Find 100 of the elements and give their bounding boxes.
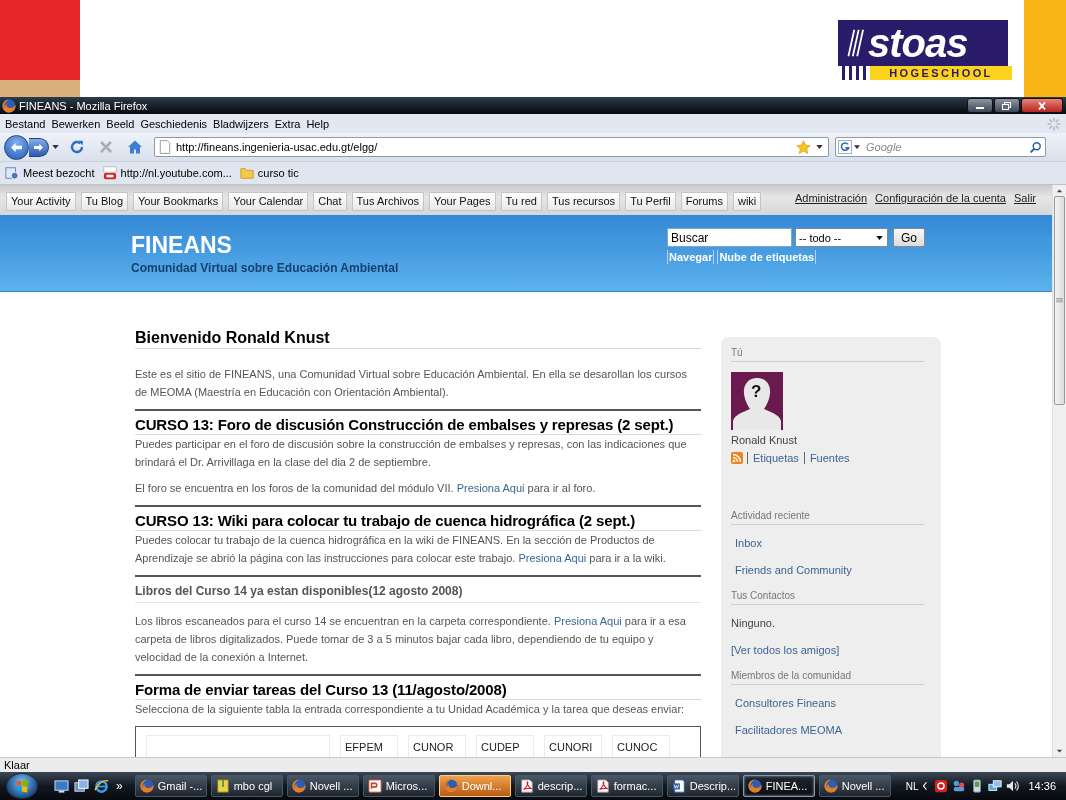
- section-subheading: Libros del Curso 14 ya estan disponibles(12 agosto 2008): [135, 582, 701, 603]
- search-bar[interactable]: Google: [835, 137, 1046, 157]
- toolbar-button[interactable]: Tu red: [500, 191, 542, 211]
- pdf-document-icon: [519, 779, 534, 793]
- right-arrow-icon: [33, 142, 44, 152]
- toolbar-button[interactable]: Your Calendar: [228, 191, 309, 211]
- menu-item[interactable]: Extra: [271, 115, 304, 132]
- sidebar-link[interactable]: Friends and Community: [731, 561, 924, 579]
- sidebar-heading: Miembros de la comunidad: [731, 668, 924, 685]
- bookmark-item[interactable]: http://nl.youtube.com...: [100, 163, 234, 183]
- toolbar-button[interactable]: Tus Archivos: [351, 191, 425, 211]
- menu-item[interactable]: Bladwijzers: [210, 115, 272, 132]
- site-favicon-icon: [102, 166, 117, 180]
- language-indicator[interactable]: NL: [905, 780, 919, 792]
- profile-link[interactable]: Fuentes: [803, 452, 855, 464]
- scope-dropdown[interactable]: -- todo --: [795, 228, 888, 247]
- section-heading: Forma de enviar tareas del Curso 13 (11/agosto/2008): [135, 681, 701, 700]
- taskbar-button[interactable]: formac...: [590, 775, 663, 797]
- go-button[interactable]: Go: [893, 228, 925, 247]
- fox-globe-icon: [443, 779, 458, 793]
- sidebar-link[interactable]: Facilitadores MEOMA: [731, 721, 924, 739]
- profile-link[interactable]: Etiquetas: [747, 452, 804, 464]
- clock-text: 14:36: [1028, 780, 1056, 792]
- vertical-scrollbar[interactable]: [1052, 185, 1066, 757]
- menu-item[interactable]: Beeld: [103, 115, 138, 132]
- paragraph-text: El foro se encuentra en los foros de la comunidad del módulo VII. Presiona Aqui para ir al foro.: [135, 481, 597, 496]
- fox-globe-icon: [747, 779, 762, 793]
- browser-e-icon[interactable]: [94, 778, 109, 794]
- toolbar-button[interactable]: Your Pages: [429, 191, 496, 211]
- window-stack-icon[interactable]: [74, 778, 89, 794]
- ring-app-icon[interactable]: [934, 779, 949, 793]
- caret-icon[interactable]: [816, 145, 823, 149]
- taskbar-button[interactable]: Gmail -...: [134, 775, 207, 797]
- taskbar-button[interactable]: Descrip...: [666, 775, 739, 797]
- bookmark-item[interactable]: Meest bezocht: [3, 163, 97, 183]
- paragraph-text: Este es el sitio de FINEANS, una Comunidad Virtual sobre Educación Ambiental. En ella se desarollan los cursos de MEOMA (Maestría en Educación con Orientación Ambiental).: [135, 367, 688, 400]
- speaker-icon[interactable]: [1006, 779, 1021, 793]
- star-icon[interactable]: [796, 139, 811, 155]
- link[interactable]: Presiona Aqui: [553, 615, 622, 627]
- taskbar-button[interactable]: Micros...: [362, 775, 435, 797]
- sidebar-link[interactable]: [Ver todos los amigos]: [731, 641, 924, 659]
- bookmark-item[interactable]: curso tic: [237, 163, 301, 183]
- taskbar-button[interactable]: mbo cgl: [210, 775, 283, 797]
- sidebar-link[interactable]: Consultores Fineans: [731, 694, 924, 712]
- restore-icon: [1002, 101, 1012, 110]
- toolbar-button[interactable]: Tu Perfil: [625, 191, 676, 211]
- toolbar-button[interactable]: Tu Blog: [80, 191, 129, 211]
- toolbar-button[interactable]: Your Bookmarks: [133, 191, 224, 211]
- close-button[interactable]: [1021, 98, 1063, 113]
- back-button[interactable]: [4, 134, 29, 160]
- toolbar-button[interactable]: Chat: [313, 191, 347, 211]
- folder-icon: [239, 166, 254, 180]
- start-button[interactable]: [6, 773, 38, 799]
- address-bar[interactable]: http://fineans.ingenieria-usac.edu.gt/elgg/: [154, 137, 829, 157]
- url-input[interactable]: http://fineans.ingenieria-usac.edu.gt/elgg/: [176, 141, 791, 153]
- caret-icon[interactable]: [854, 145, 860, 149]
- link[interactable]: Presiona Aqui: [518, 552, 587, 564]
- status-text: Klaar: [4, 759, 30, 771]
- chevron-left-icon[interactable]: [922, 781, 929, 791]
- paragraph-text: Los libros escaneados para el curso 14 se encuentran en la carpeta correspondiente. Presiona Aqui para ir a esa carpeta de libros digitalizados. Puede tomar de 3 a 5 minutos bajar cada libro, dependiendo de tu equipo y velocidad de la conexión a Internet.: [135, 614, 687, 665]
- g-letter-icon[interactable]: [838, 140, 852, 154]
- paragraph-text: Selecciona de la siguiente tabla la entrada correspondiente a tu Unidad Académica y la tarea que deseas enviar:: [135, 702, 686, 717]
- account-link[interactable]: Salir: [1014, 192, 1036, 204]
- scrollbar-thumb[interactable]: [1054, 196, 1065, 405]
- logo-subtitle: HOGESCHOOL: [870, 66, 1012, 80]
- account-link[interactable]: Configuración de la cuenta: [875, 192, 1006, 204]
- maximize-button[interactable]: [994, 98, 1020, 113]
- menu-item[interactable]: Geschiedenis: [137, 115, 211, 132]
- desktop-icon[interactable]: [54, 778, 69, 794]
- loading-spinner-icon: [1047, 116, 1061, 131]
- forward-button[interactable]: [29, 137, 49, 157]
- menu-item[interactable]: Bestand: [2, 115, 49, 132]
- search-icon[interactable]: [1029, 140, 1042, 154]
- people-icon[interactable]: [952, 779, 967, 793]
- search-input[interactable]: Google: [866, 141, 1027, 153]
- site-search-input[interactable]: Buscar: [667, 228, 792, 247]
- sidebar-link[interactable]: Inbox: [731, 534, 924, 552]
- menu-item[interactable]: Bewerken: [48, 115, 104, 132]
- paragraph-text: Puedes participar en el foro de discusión sobre la construcción de embalses y represas, con las indicaciones que brindará el Dr. Arrivillaga en la clase del dia 2 de septiembre.: [135, 437, 688, 470]
- flag-icon: [15, 779, 29, 793]
- taskbar-button[interactable]: FINEA...: [742, 775, 815, 797]
- left-arrow-icon: [10, 141, 23, 153]
- caret-icon: [876, 235, 883, 240]
- more-button[interactable]: »: [114, 778, 125, 794]
- network-icon[interactable]: [988, 779, 1003, 793]
- toolbar-button[interactable]: wiki: [732, 191, 762, 211]
- fox-globe-icon: [291, 779, 306, 793]
- menu-item[interactable]: Help: [303, 115, 333, 132]
- taskbar-button[interactable]: descrip...: [514, 775, 587, 797]
- paragraph-text: Puedes colocar tu trabajo de la cuenca hidrográfica en la wiki de FINEANS. En la sección de Productos de Aprendizaje se abrió la página con las instrucciones para colocar este trabajo. Presiona Aqui para ir a la wiki.: [135, 533, 667, 566]
- minimize-button[interactable]: [967, 98, 993, 113]
- link[interactable]: Presiona Aqui: [456, 482, 525, 494]
- toolbar-button[interactable]: Tus recursos: [546, 191, 621, 211]
- toolbar-button[interactable]: Your Activity: [6, 191, 76, 211]
- toolbar-button[interactable]: Forums: [680, 191, 728, 211]
- taskbar-button[interactable]: Novell ...: [286, 775, 359, 797]
- fox-globe-icon: [2, 98, 16, 113]
- rss-feed-icon[interactable]: [731, 452, 743, 464]
- taskbar-button[interactable]: Novell ...: [818, 775, 891, 797]
- account-link[interactable]: Administración: [794, 192, 868, 204]
